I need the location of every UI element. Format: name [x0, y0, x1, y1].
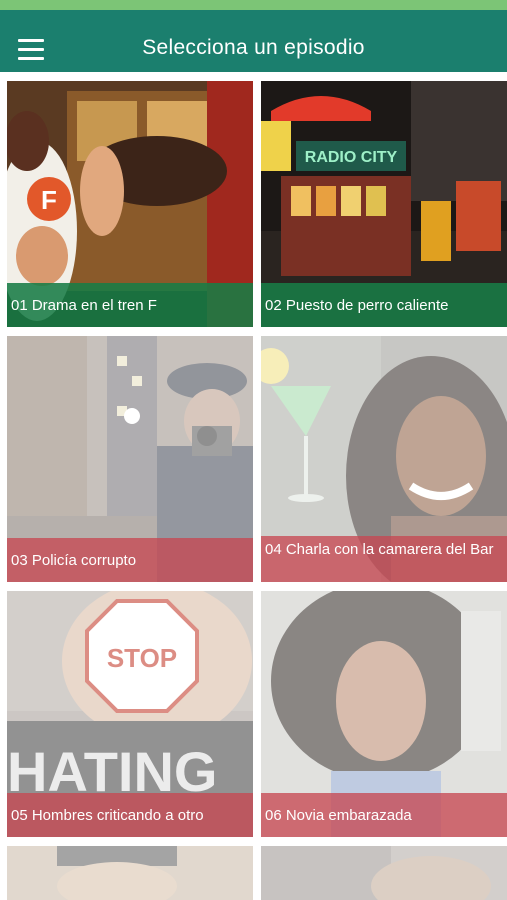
locked-overlay	[261, 846, 507, 900]
status-accent-bar	[0, 0, 507, 10]
episode-card-08[interactable]	[261, 846, 507, 900]
page-title: Selecciona un episodio	[142, 36, 365, 59]
episode-02-label: 02 Puesto de perro caliente	[261, 283, 507, 327]
app-bar: Selecciona un episodio	[0, 10, 507, 72]
ep1-sign-text: F	[41, 185, 57, 215]
episode-card-06[interactable]: 06 Novia embarazada	[261, 591, 507, 837]
episode-04-label: 04 Charla con la camarera del Bar	[261, 536, 507, 582]
episode-card-02[interactable]: RADIO CITY 02 Puesto de perro caliente	[261, 81, 507, 327]
episode-card-05[interactable]: STOP HATING 05 Hombres criticando a otro	[7, 591, 253, 837]
episode-card-03[interactable]: 03 Policía corrupto	[7, 336, 253, 582]
episode-card-04[interactable]: 04 Charla con la camarera del Bar	[261, 336, 507, 582]
episode-card-01[interactable]: F 01 Drama en el tren F	[7, 81, 253, 327]
episode-05-label: 05 Hombres criticando a otro	[7, 793, 253, 837]
ep2-sign-text: RADIO CITY	[305, 149, 398, 166]
locked-overlay	[7, 846, 253, 900]
episode-grid: F 01 Drama en el tren F RADIO CITY 02 Pu…	[0, 72, 507, 900]
episode-01-label: 01 Drama en el tren F	[7, 283, 253, 327]
episode-card-07[interactable]	[7, 846, 253, 900]
episode-06-label: 06 Novia embarazada	[261, 793, 507, 837]
episode-03-label: 03 Policía corrupto	[7, 538, 253, 582]
